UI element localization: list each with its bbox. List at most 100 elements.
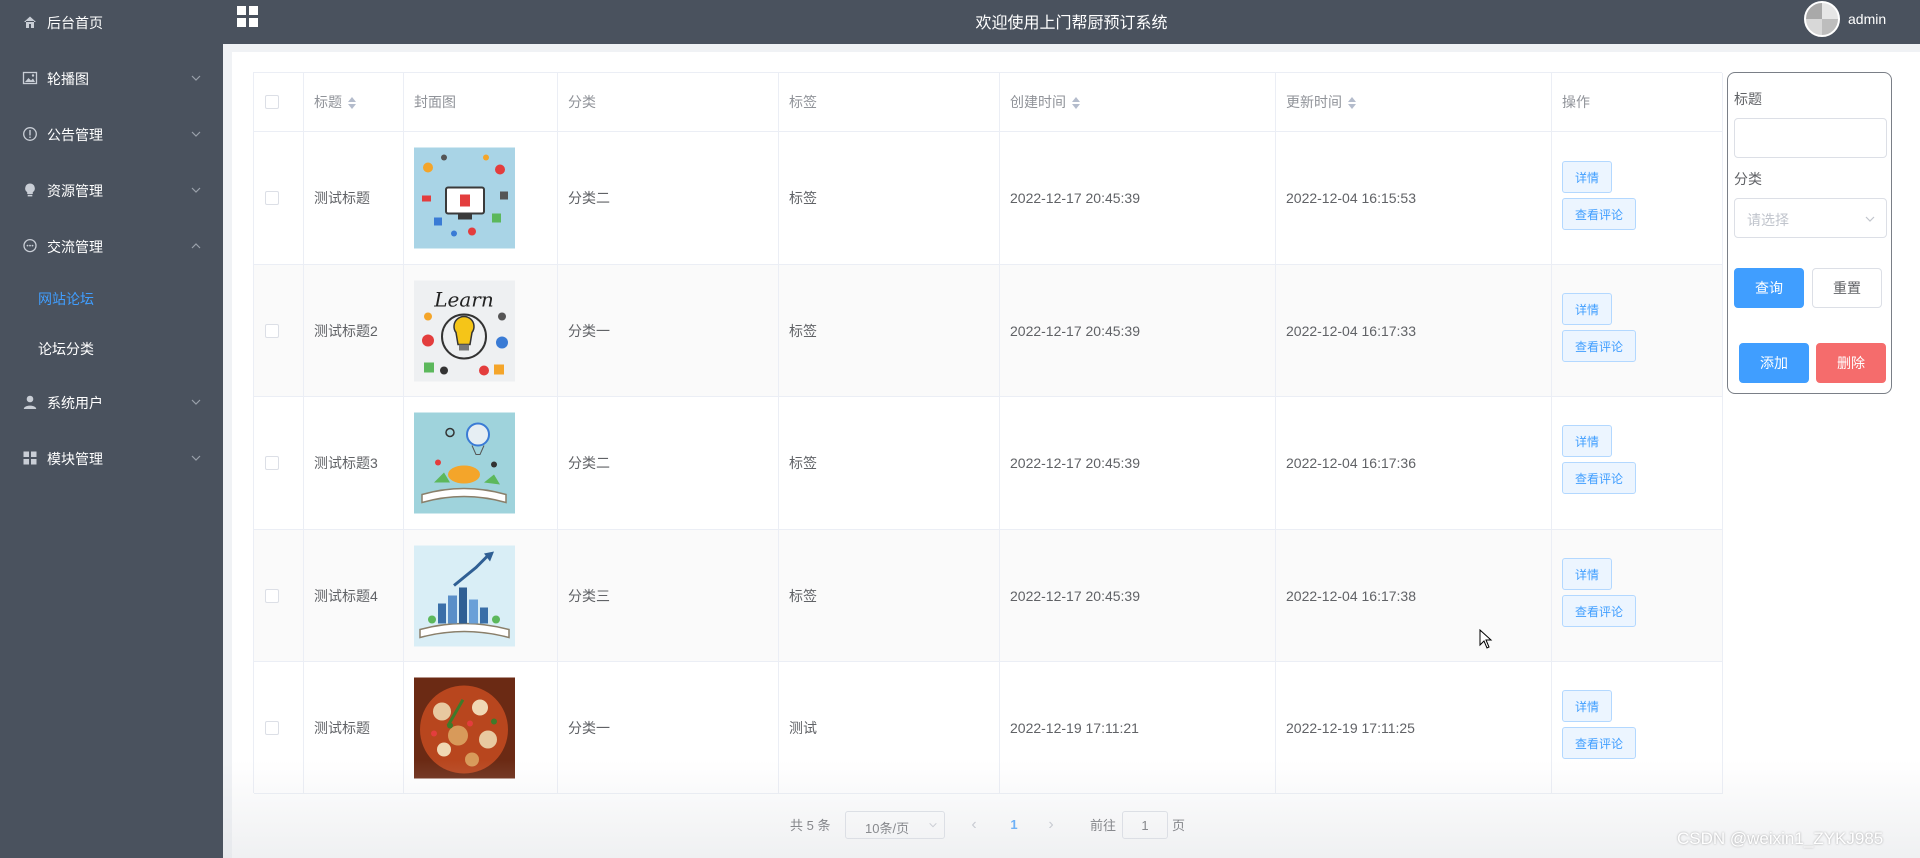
detail-button[interactable]: 详情: [1562, 690, 1613, 722]
row-created: 2022-12-17 20:45:39: [1010, 322, 1140, 339]
cover-image: [414, 677, 515, 778]
page-title: 欢迎使用上门帮厨预订系统: [975, 15, 1168, 32]
created-cell: 2022-12-17 20:45:39: [1000, 265, 1276, 396]
cover-image: [414, 545, 515, 646]
avatar[interactable]: [1804, 1, 1840, 37]
table-header-row: 标题 封面图 分类 标签 创建时间 更新时间 操作: [254, 73, 1723, 132]
created-cell: 2022-12-19 17:11:21: [1000, 662, 1276, 793]
table-row: 测试标题 分类二 标签 2022-12-17 20:45:39 2022-12-…: [254, 132, 1723, 265]
sidebar-item-modules[interactable]: 模块管理: [0, 438, 223, 478]
select-all-checkbox[interactable]: [265, 95, 279, 109]
view-comments-button[interactable]: 查看评论: [1562, 330, 1637, 362]
column-header-updated: 更新时间: [1286, 94, 1342, 110]
row-checkbox[interactable]: [265, 323, 279, 338]
row-created: 2022-12-17 20:45:39: [1010, 455, 1140, 471]
select-cell: [254, 132, 304, 264]
chevron-down-icon: [929, 822, 937, 828]
created-cell: 2022-12-17 20:45:39: [1000, 397, 1276, 529]
username[interactable]: admin: [1848, 11, 1886, 27]
sidebar-item-notices[interactable]: 公告管理: [0, 114, 223, 154]
sort-icon[interactable]: [348, 97, 356, 110]
sidebar-subitem-forum[interactable]: 网站论坛: [0, 278, 223, 318]
goto-page-input[interactable]: [1122, 811, 1168, 839]
reset-button[interactable]: 重置: [1812, 268, 1882, 308]
title-cell: 测试标题2: [304, 265, 404, 396]
title-filter-input[interactable]: [1734, 118, 1887, 158]
column-header-tag: 标签: [789, 94, 817, 110]
actions-cell: 详情 查看评论: [1552, 530, 1723, 661]
row-updated: 2022-12-04 16:15:53: [1286, 190, 1416, 206]
sidebar: 后台首页 轮播图 公告管理 资源管理 交流管理 网站论坛 论坛分类 系统用户 模…: [0, 0, 223, 858]
filter-panel: 标题 分类 请选择 查询 重置 添加 删除: [1727, 72, 1892, 394]
cover-cell: [404, 397, 558, 529]
page-size-value: 10条/页: [865, 821, 910, 836]
sidebar-item-label: 交流管理: [47, 239, 103, 255]
header-created-cell[interactable]: 创建时间: [1000, 73, 1276, 131]
row-checkbox[interactable]: [265, 456, 279, 470]
table-row: 测试标题 分类一 测试 2022-12-19 17:11:21 2022-12-…: [254, 662, 1723, 794]
chevron-down-icon: [1865, 216, 1875, 222]
prev-page-button[interactable]: ‹: [960, 811, 988, 839]
category-filter-label: 分类: [1734, 171, 1762, 187]
view-comments-button[interactable]: 查看评论: [1562, 462, 1637, 494]
category-select[interactable]: 请选择: [1734, 198, 1887, 238]
updated-cell: 2022-12-04 16:15:53: [1276, 132, 1552, 264]
sidebar-item-system-users[interactable]: 系统用户: [0, 382, 223, 422]
sidebar-item-home[interactable]: 后台首页: [0, 2, 223, 42]
add-button[interactable]: 添加: [1739, 343, 1809, 383]
sidebar-item-label: 轮播图: [47, 71, 89, 87]
sort-icon[interactable]: [1072, 97, 1080, 110]
chevron-down-icon: [191, 399, 201, 405]
row-title: 测试标题4: [314, 587, 378, 604]
sidebar-subitem-label: 网站论坛: [38, 291, 94, 307]
row-category: 分类二: [568, 455, 610, 471]
category-cell: 分类三: [558, 530, 779, 661]
sidebar-item-resources[interactable]: 资源管理: [0, 170, 223, 210]
header-title-cell[interactable]: 标题: [304, 73, 404, 131]
category-select-placeholder: 请选择: [1747, 212, 1789, 228]
view-comments-button[interactable]: 查看评论: [1562, 198, 1637, 230]
svg-text:Learn: Learn: [433, 287, 493, 311]
updated-cell: 2022-12-04 16:17:33: [1276, 265, 1552, 396]
tag-cell: 标签: [779, 397, 1000, 529]
header-cover-cell: 封面图: [404, 73, 558, 131]
query-button[interactable]: 查询: [1734, 268, 1804, 308]
delete-button[interactable]: 删除: [1816, 343, 1886, 383]
table-row: 测试标题2 Learn 分类一 标签 2022-12-17 20:45:39 2…: [254, 265, 1723, 397]
cover-cell: Learn: [404, 265, 558, 396]
row-checkbox[interactable]: [265, 588, 279, 603]
sidebar-item-carousel[interactable]: 轮播图: [0, 58, 223, 98]
row-checkbox[interactable]: [265, 191, 279, 205]
view-comments-button[interactable]: 查看评论: [1562, 727, 1637, 759]
updated-cell: 2022-12-19 17:11:25: [1276, 662, 1552, 793]
row-tag: 标签: [789, 455, 817, 471]
page-number-current[interactable]: 1: [999, 811, 1029, 839]
row-checkbox[interactable]: [265, 720, 279, 735]
detail-button[interactable]: 详情: [1562, 293, 1613, 325]
header-updated-cell[interactable]: 更新时间: [1276, 73, 1552, 131]
select-cell: [254, 397, 304, 529]
info-icon: [23, 127, 37, 141]
chevron-down-icon: [191, 131, 201, 137]
grid-icon: [23, 451, 37, 465]
cover-image: Learn: [414, 280, 515, 381]
next-page-button[interactable]: ›: [1037, 811, 1065, 839]
view-comments-button[interactable]: 查看评论: [1562, 595, 1637, 627]
sidebar-subitem-forum-category[interactable]: 论坛分类: [0, 328, 223, 368]
detail-button[interactable]: 详情: [1562, 558, 1613, 590]
tech-collage-image: [414, 147, 515, 249]
category-cell: 分类一: [558, 662, 779, 793]
detail-button[interactable]: 详情: [1562, 161, 1613, 193]
row-title: 测试标题: [314, 190, 370, 206]
sort-icon[interactable]: [1348, 97, 1356, 110]
actions-cell: 详情 查看评论: [1552, 265, 1723, 396]
sidebar-item-label: 资源管理: [47, 183, 103, 199]
header-select-cell: [254, 73, 304, 131]
detail-button[interactable]: 详情: [1562, 425, 1613, 457]
page-size-select[interactable]: 10条/页: [845, 811, 945, 839]
actions-cell: 详情 查看评论: [1552, 397, 1723, 529]
watermark: CSDN @weixin1_ZYKJ985: [1677, 829, 1884, 848]
cover-cell: [404, 132, 558, 264]
sidebar-item-exchange[interactable]: 交流管理: [0, 226, 223, 266]
sidebar-item-label: 公告管理: [47, 127, 103, 143]
